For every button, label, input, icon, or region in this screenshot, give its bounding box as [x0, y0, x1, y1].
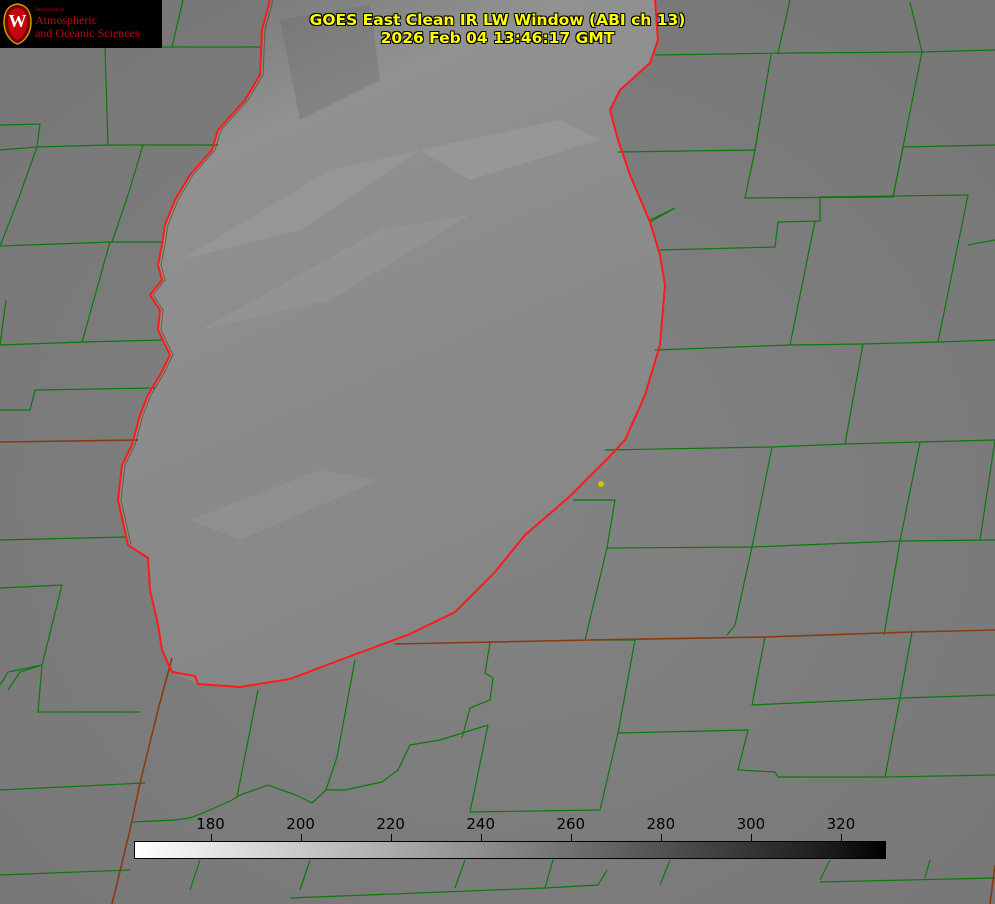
colorbar-tick-label: 320	[826, 815, 856, 833]
colorbar-tick-label: 220	[376, 815, 405, 833]
colorbar-tick	[660, 834, 662, 841]
colorbar-tick	[480, 834, 482, 841]
temperature-colorbar	[134, 841, 886, 859]
colorbar-tick-label: 300	[736, 815, 766, 833]
colorbar-tick-label: 280	[646, 815, 676, 833]
colorbar-tick	[210, 834, 212, 841]
aos-logo: W Department of Atmospheric and Oceanic …	[0, 0, 162, 48]
satellite-image-viewer: W Department of Atmospheric and Oceanic …	[0, 0, 995, 904]
satellite-map	[0, 0, 995, 904]
colorbar-tick	[840, 834, 842, 841]
colorbar-tick	[390, 834, 392, 841]
logo-line-2: and Oceanic Sciences	[35, 26, 140, 40]
colorbar-tick-label: 200	[286, 815, 315, 833]
seal-letter: W	[8, 11, 27, 31]
colorbar-tick	[750, 834, 752, 841]
colorbar-tick-label: 260	[556, 815, 586, 833]
colorbar-tick-label: 180	[196, 815, 225, 833]
colorbar-tick-label: 240	[466, 815, 496, 833]
colorbar-tick	[300, 834, 302, 841]
location-marker-icon	[598, 481, 604, 487]
colorbar-tick	[570, 834, 572, 841]
